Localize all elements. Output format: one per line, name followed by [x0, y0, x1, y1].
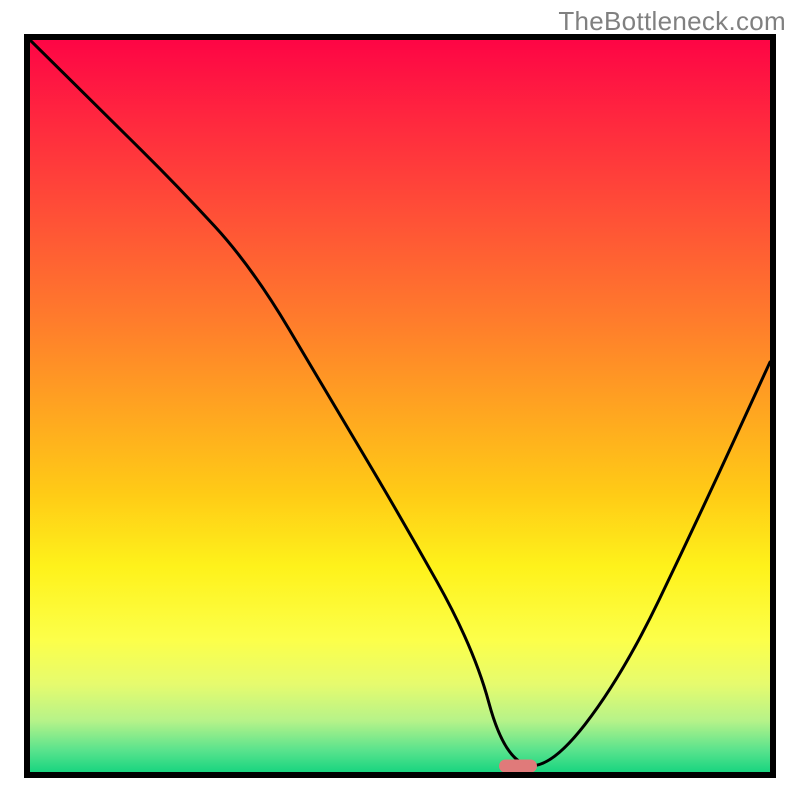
watermark-text: TheBottleneck.com [558, 6, 786, 37]
plot-area [24, 34, 776, 778]
chart-container: TheBottleneck.com [0, 0, 800, 800]
optimal-point-marker [499, 760, 537, 773]
bottleneck-curve [30, 40, 770, 772]
